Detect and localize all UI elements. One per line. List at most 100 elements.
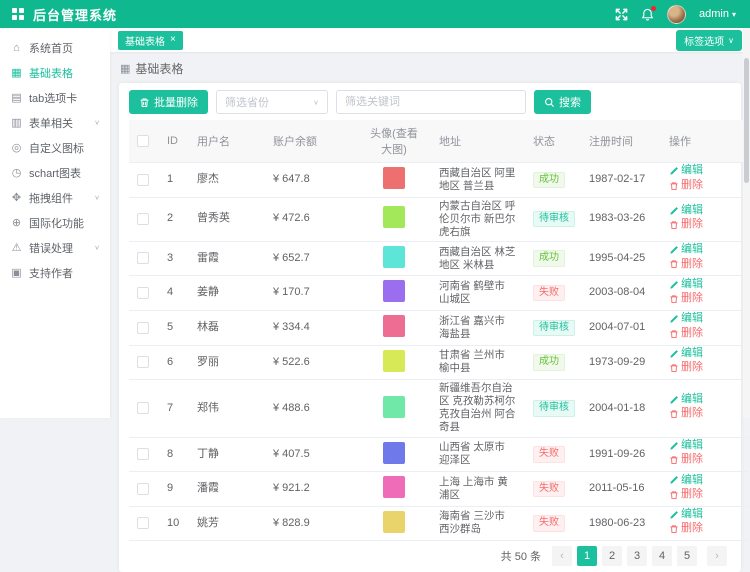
pagination-page-4[interactable]: 4 bbox=[652, 546, 672, 566]
row-checkbox[interactable] bbox=[137, 448, 149, 460]
sidebar-item-schart图表[interactable]: ◷ schart图表 bbox=[0, 160, 110, 185]
delete-button[interactable]: 删除 bbox=[669, 259, 703, 271]
sidebar-item-label: 错误处理 bbox=[29, 240, 73, 256]
edit-button[interactable]: 编辑 bbox=[669, 205, 703, 217]
table-icon: ▦ bbox=[10, 66, 23, 79]
search-button[interactable]: 搜索 bbox=[534, 90, 591, 114]
batch-delete-label: 批量删除 bbox=[154, 94, 198, 110]
select-all-checkbox[interactable] bbox=[137, 135, 149, 147]
delete-button[interactable]: 删除 bbox=[669, 489, 703, 501]
sidebar-item-基础表格[interactable]: ▦ 基础表格 bbox=[0, 60, 110, 85]
avatar-thumbnail[interactable] bbox=[383, 511, 405, 533]
delete-button[interactable]: 删除 bbox=[669, 408, 703, 420]
edit-button[interactable]: 编辑 bbox=[669, 394, 703, 406]
edit-button[interactable]: 编辑 bbox=[669, 313, 703, 325]
tag-options-button[interactable]: 标签选项 ∨ bbox=[676, 30, 742, 51]
batch-delete-button[interactable]: 批量删除 bbox=[129, 90, 208, 114]
fullscreen-icon[interactable] bbox=[615, 8, 628, 21]
sidebar-item-错误处理[interactable]: ⚠ 错误处理 ∨ bbox=[0, 235, 110, 260]
row-checkbox[interactable] bbox=[137, 252, 149, 264]
avatar-thumbnail[interactable] bbox=[383, 476, 405, 498]
cell-address: 上海 上海市 黄浦区 bbox=[431, 472, 525, 507]
sidebar-item-自定义图标[interactable]: ◎ 自定义图标 bbox=[0, 135, 110, 160]
avatar-thumbnail[interactable] bbox=[383, 280, 405, 302]
pagination-page-3[interactable]: 3 bbox=[627, 546, 647, 566]
avatar-thumbnail[interactable] bbox=[383, 315, 405, 337]
app-header: 后台管理系统 admin ▾ bbox=[0, 0, 750, 28]
delete-button[interactable]: 删除 bbox=[669, 362, 703, 374]
pencil-icon bbox=[669, 166, 679, 176]
support-icon: ▣ bbox=[10, 266, 23, 279]
trash-icon bbox=[669, 490, 679, 500]
edit-button[interactable]: 编辑 bbox=[669, 475, 703, 487]
custom-icon: ◎ bbox=[10, 141, 23, 154]
row-checkbox[interactable] bbox=[137, 517, 149, 529]
delete-button[interactable]: 删除 bbox=[669, 454, 703, 466]
row-checkbox[interactable] bbox=[137, 174, 149, 186]
search-label: 搜索 bbox=[559, 94, 581, 110]
delete-button[interactable]: 删除 bbox=[669, 328, 703, 340]
pencil-icon bbox=[669, 280, 679, 290]
delete-button[interactable]: 删除 bbox=[669, 523, 703, 535]
edit-button[interactable]: 编辑 bbox=[669, 165, 703, 177]
vertical-scrollbar[interactable] bbox=[743, 28, 750, 418]
chevron-down-icon: ∨ bbox=[94, 194, 100, 201]
delete-button[interactable]: 删除 bbox=[669, 219, 703, 231]
sidebar-item-拖拽组件[interactable]: ✥ 拖拽组件 ∨ bbox=[0, 185, 110, 210]
column-header-7: 操作 bbox=[661, 120, 749, 163]
sidebar-item-label: 系统首页 bbox=[29, 40, 73, 56]
row-checkbox[interactable] bbox=[137, 402, 149, 414]
pagination-page-5[interactable]: 5 bbox=[677, 546, 697, 566]
sidebar-item-系统首页[interactable]: ⌂ 系统首页 bbox=[0, 35, 110, 60]
cell-address: 西藏自治区 林芝地区 米林县 bbox=[431, 241, 525, 276]
user-avatar[interactable] bbox=[667, 5, 686, 24]
edit-button[interactable]: 编辑 bbox=[669, 440, 703, 452]
edit-button[interactable]: 编辑 bbox=[669, 509, 703, 521]
sidebar-item-表单相关[interactable]: ▥ 表单相关 ∨ bbox=[0, 110, 110, 135]
pagination-page-2[interactable]: 2 bbox=[602, 546, 622, 566]
chevron-down-icon: ∨ bbox=[313, 98, 319, 105]
tab-tag-basic-table[interactable]: 基础表格 × bbox=[118, 31, 183, 50]
cell-address: 甘肃省 兰州市 榆中县 bbox=[431, 345, 525, 380]
row-checkbox[interactable] bbox=[137, 213, 149, 225]
avatar-thumbnail[interactable] bbox=[383, 206, 405, 228]
edit-button[interactable]: 编辑 bbox=[669, 348, 703, 360]
avatar-thumbnail[interactable] bbox=[383, 246, 405, 268]
province-filter-select[interactable]: 筛选省份 ∨ bbox=[216, 90, 328, 114]
notifications-bell-icon[interactable] bbox=[641, 8, 654, 21]
sidebar-item-label: 支持作者 bbox=[29, 265, 73, 281]
warning-icon: ⚠ bbox=[10, 241, 23, 254]
pagination-prev-button[interactable]: ‹ bbox=[552, 546, 572, 566]
cell-username: 曾秀英 bbox=[189, 197, 265, 241]
cell-address: 海南省 三沙市 西沙群岛 bbox=[431, 506, 525, 541]
close-icon[interactable]: × bbox=[170, 35, 176, 45]
row-checkbox[interactable] bbox=[137, 483, 149, 495]
sidebar-item-国际化功能[interactable]: ⊕ 国际化功能 bbox=[0, 210, 110, 235]
sidebar-item-label: 基础表格 bbox=[29, 65, 73, 81]
sidebar-item-label: 国际化功能 bbox=[29, 215, 84, 231]
avatar-thumbnail[interactable] bbox=[383, 167, 405, 189]
column-header-6: 注册时间 bbox=[581, 120, 661, 163]
avatar-thumbnail[interactable] bbox=[383, 350, 405, 372]
pagination-total: 共 50 条 bbox=[501, 548, 541, 564]
avatar-thumbnail[interactable] bbox=[383, 396, 405, 418]
cell-register-date: 1995-04-25 bbox=[581, 241, 661, 276]
sidebar-item-label: 自定义图标 bbox=[29, 140, 84, 156]
scrollbar-thumb[interactable] bbox=[744, 58, 749, 183]
pagination-next-button[interactable]: › bbox=[707, 546, 727, 566]
table-toolbar: 批量删除 筛选省份 ∨ 搜索 bbox=[129, 90, 731, 114]
user-menu[interactable]: admin ▾ bbox=[699, 8, 736, 20]
avatar-thumbnail[interactable] bbox=[383, 442, 405, 464]
delete-button[interactable]: 删除 bbox=[669, 180, 703, 192]
row-checkbox[interactable] bbox=[137, 356, 149, 368]
edit-button[interactable]: 编辑 bbox=[669, 244, 703, 256]
sidebar-item-支持作者[interactable]: ▣ 支持作者 bbox=[0, 260, 110, 285]
row-checkbox[interactable] bbox=[137, 322, 149, 334]
cell-balance: ¥ 472.6 bbox=[265, 197, 357, 241]
delete-button[interactable]: 删除 bbox=[669, 293, 703, 305]
edit-button[interactable]: 编辑 bbox=[669, 279, 703, 291]
keyword-filter-input[interactable] bbox=[336, 90, 526, 114]
sidebar-item-tab选项卡[interactable]: ▤ tab选项卡 bbox=[0, 85, 110, 110]
pagination-page-1[interactable]: 1 bbox=[577, 546, 597, 566]
row-checkbox[interactable] bbox=[137, 287, 149, 299]
